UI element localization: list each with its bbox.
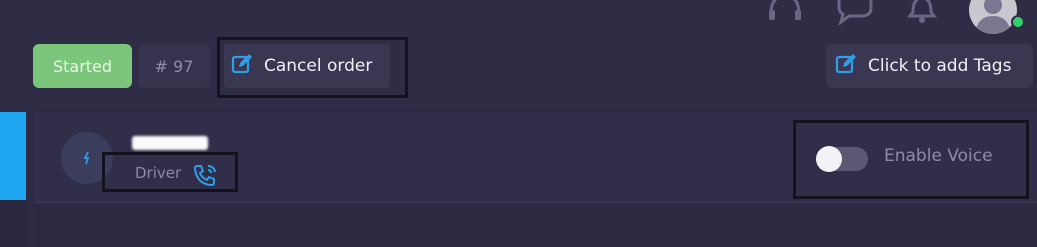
phone-call-icon[interactable] (193, 163, 219, 191)
edit-icon (230, 52, 254, 81)
chat-icon[interactable] (835, 0, 875, 32)
cancel-order-label: Cancel order (264, 56, 373, 76)
online-status-dot (1011, 15, 1025, 29)
cancel-order-highlight: Cancel order (217, 37, 408, 98)
enable-voice-toggle[interactable] (816, 146, 868, 172)
enable-voice-highlight: Enable Voice (793, 120, 1029, 199)
left-rail (0, 200, 26, 247)
user-avatar[interactable] (969, 0, 1017, 34)
add-tags-label: Click to add Tags (868, 56, 1012, 76)
driver-name-redacted (132, 136, 208, 150)
driver-call-highlight: Driver (102, 152, 238, 192)
driver-role-label: Driver (135, 164, 182, 182)
bell-icon[interactable] (905, 0, 939, 32)
active-accent-bar (0, 112, 26, 200)
order-id-label: # 97 (138, 44, 210, 88)
toggle-knob (816, 146, 842, 172)
add-tags-button[interactable]: Click to add Tags (826, 44, 1033, 88)
driver-avatar-icon (83, 151, 90, 165)
cancel-order-button[interactable]: Cancel order (224, 44, 390, 88)
edit-icon (834, 52, 858, 81)
top-icon-group (765, 0, 1017, 34)
enable-voice-label: Enable Voice (884, 146, 993, 166)
status-badge: Started (33, 44, 132, 88)
headset-icon[interactable] (765, 0, 805, 32)
